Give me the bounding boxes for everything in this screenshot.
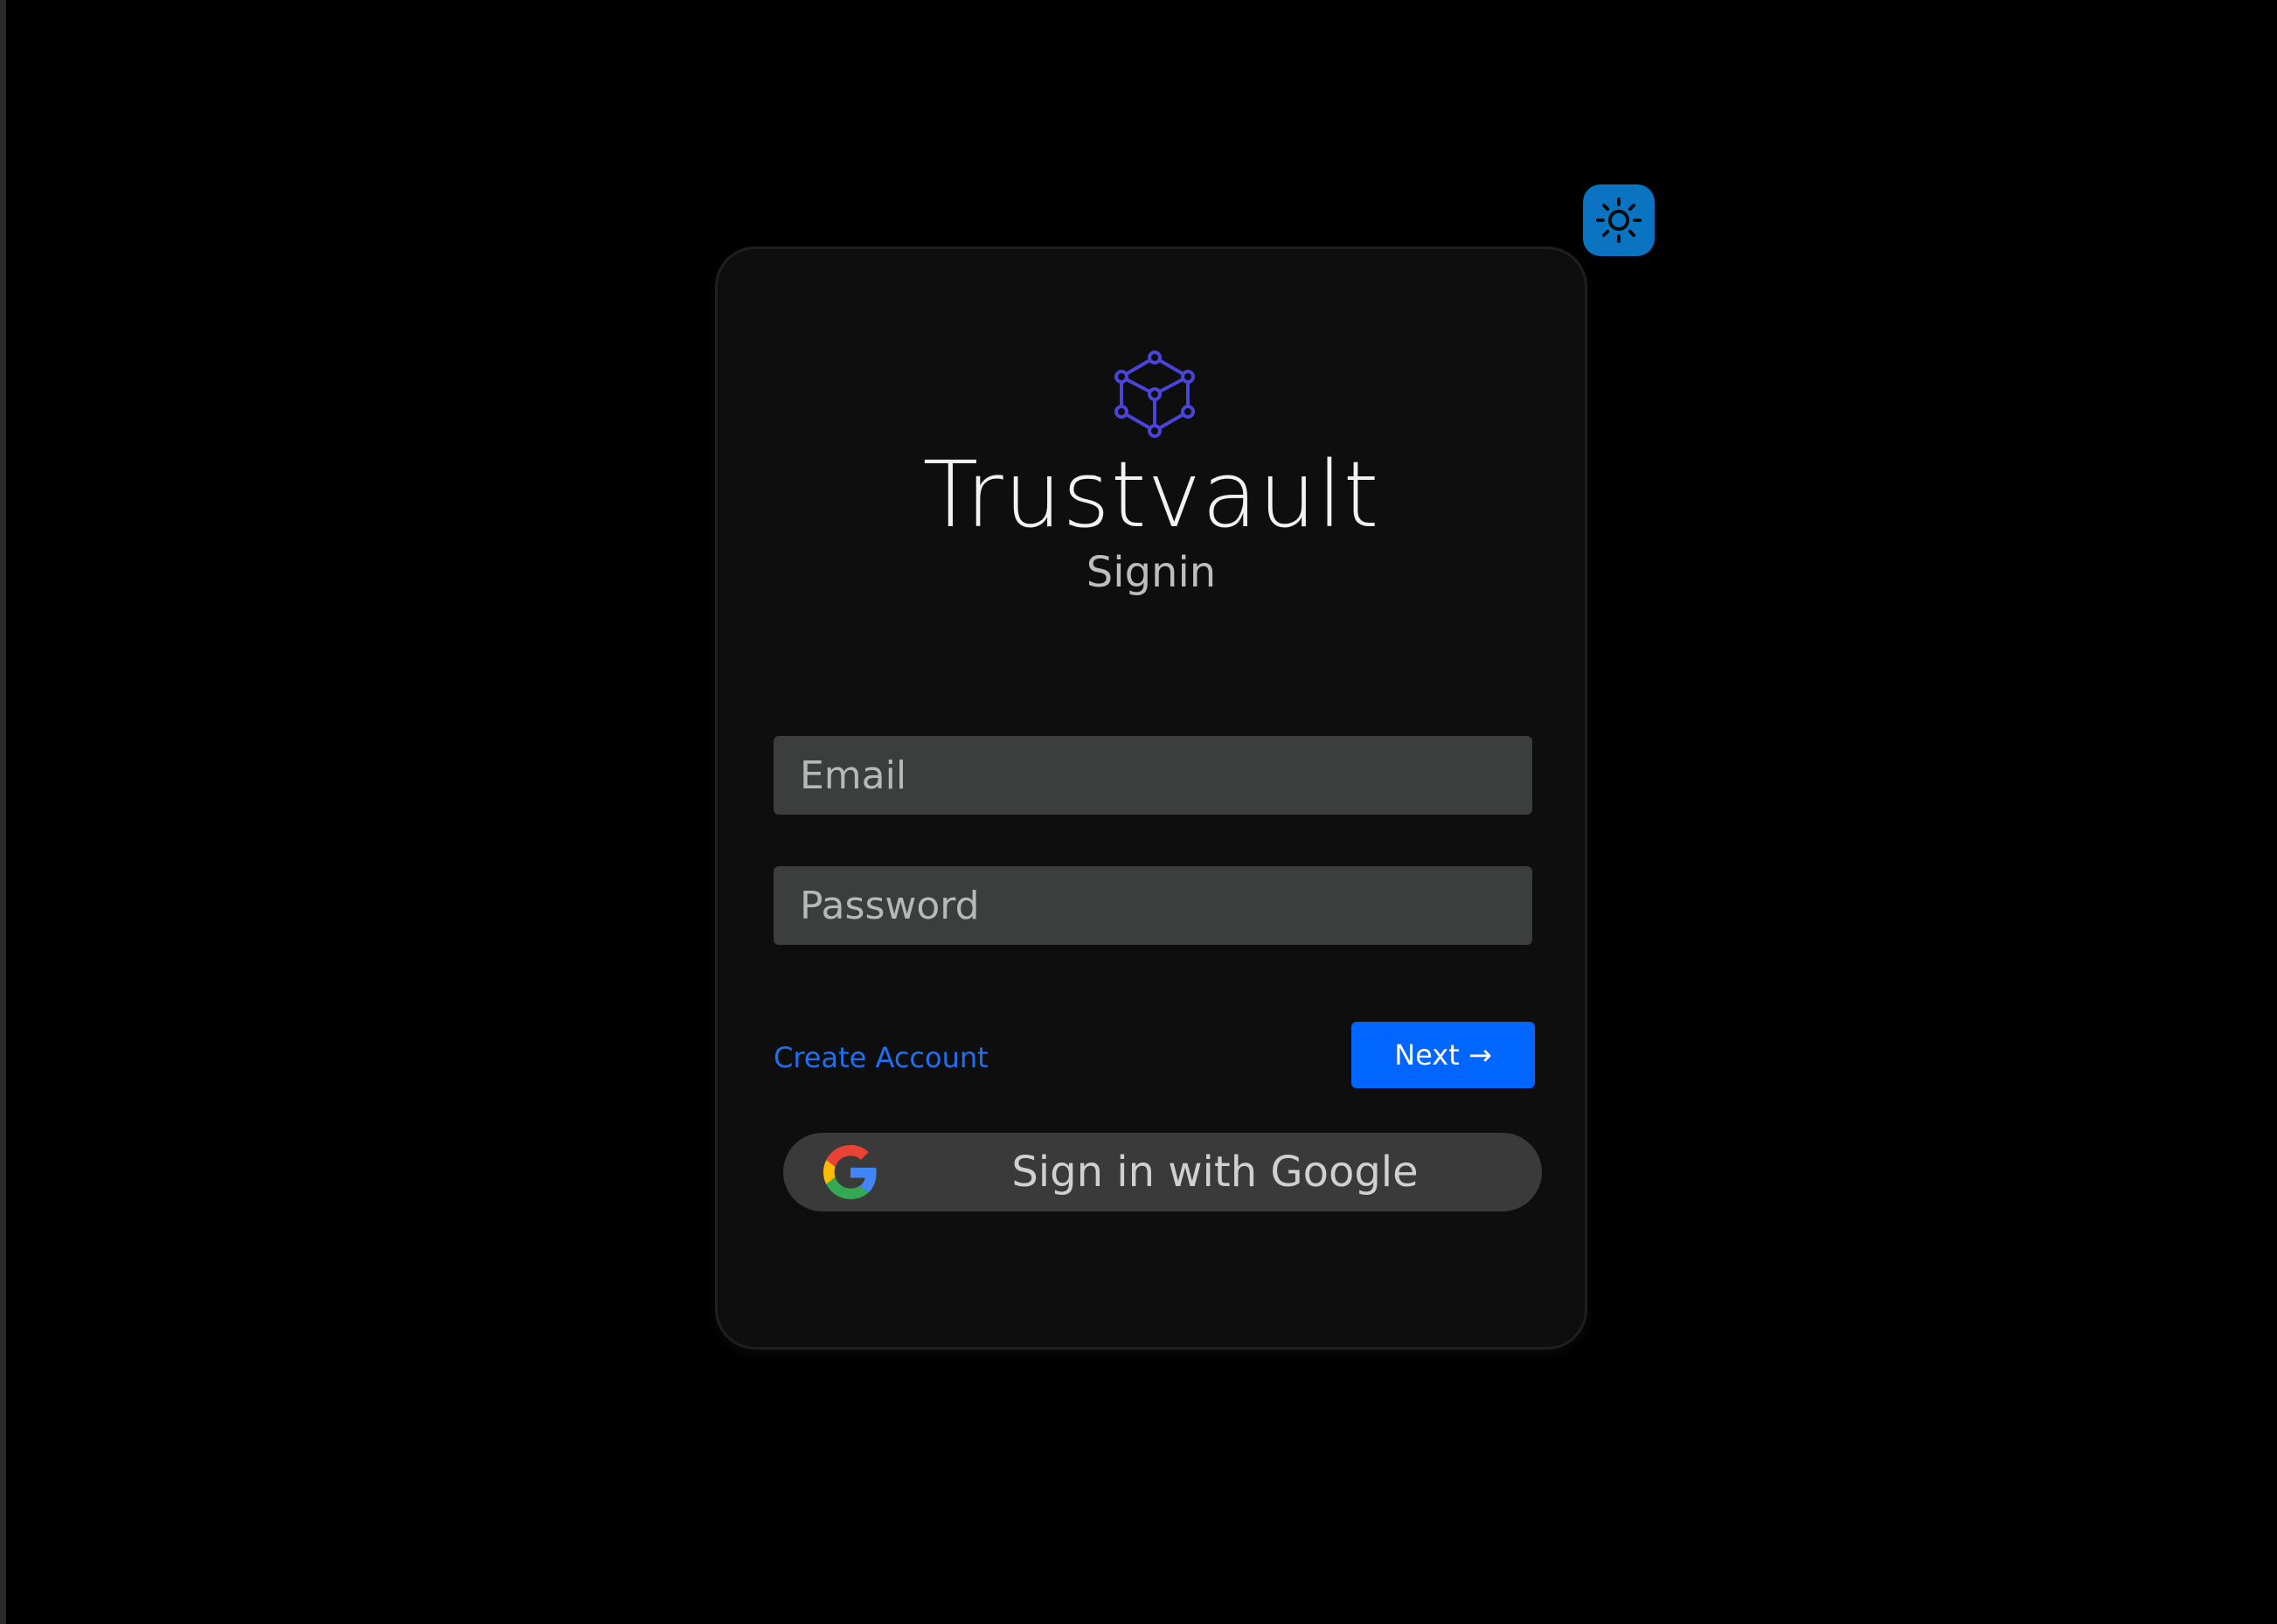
google-signin-button[interactable]: Sign in with Google: [783, 1133, 1542, 1211]
google-icon: [823, 1145, 877, 1199]
theme-toggle-button[interactable]: [1583, 184, 1655, 256]
sun-icon: [1595, 197, 1642, 244]
password-field[interactable]: [774, 866, 1532, 945]
email-field[interactable]: [774, 736, 1532, 815]
google-signin-label: Sign in with Google: [1011, 1148, 1419, 1197]
next-button[interactable]: Next →: [1351, 1022, 1535, 1088]
page-subtitle: Signin: [1086, 548, 1217, 597]
window-edge: [0, 0, 6, 1624]
signin-card: Trustvault Signin Create Account Next → …: [715, 246, 1587, 1350]
brand-title: Trustvault: [922, 441, 1380, 548]
create-account-link[interactable]: Create Account: [774, 1036, 989, 1079]
cube-network-icon: [1114, 350, 1195, 438]
